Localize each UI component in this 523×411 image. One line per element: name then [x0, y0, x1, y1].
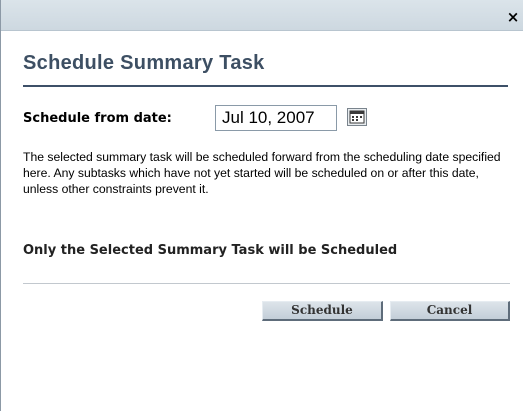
close-button[interactable]: ×: [506, 8, 520, 26]
close-icon: ×: [506, 8, 520, 26]
schedule-button[interactable]: Schedule: [262, 301, 383, 321]
schedule-summary-task-dialog: × Schedule Summary Task Schedule from da…: [0, 0, 523, 411]
scope-notice: Only the Selected Summary Task will be S…: [23, 243, 398, 258]
scheduling-description: The selected summary task will be schedu…: [23, 150, 501, 196]
heading-divider: [23, 85, 508, 87]
schedule-from-date-input[interactable]: [215, 105, 337, 131]
cancel-button[interactable]: Cancel: [390, 301, 510, 321]
schedule-from-date-label: Schedule from date:: [23, 111, 172, 126]
dialog-heading: Schedule Summary Task: [23, 52, 265, 74]
calendar-icon[interactable]: [347, 108, 367, 126]
dialog-title-bar[interactable]: ×: [1, 0, 523, 31]
footer-divider: [23, 283, 510, 284]
